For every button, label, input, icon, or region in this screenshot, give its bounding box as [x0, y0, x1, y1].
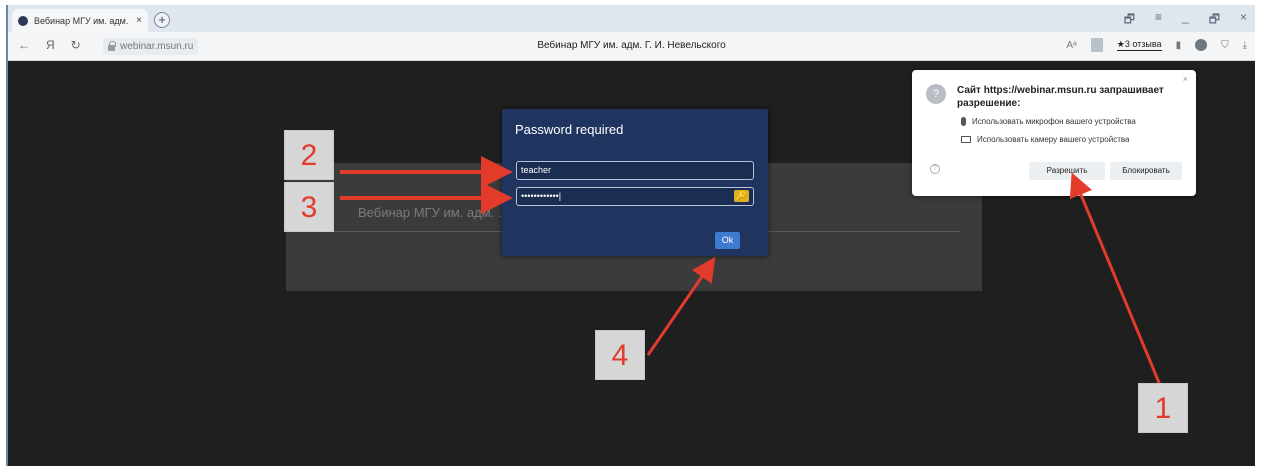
translate-icon[interactable]: Aᵃ [1066, 40, 1076, 51]
browser-window: Вебинар МГУ им. адм. × + 🗗 ≡ _ 🗗 × ← Я ↻… [6, 5, 1255, 466]
tab-close-icon[interactable]: × [136, 15, 142, 26]
password-value: ••••••••••••| [521, 191, 562, 201]
restore-tabs-icon[interactable]: 🗗 [1124, 10, 1135, 31]
permission-popup: ? × Сайт https://webinar.msun.ru запраши… [912, 70, 1196, 196]
bookmark-icon[interactable]: ▮ [1176, 40, 1182, 51]
browser-tab[interactable]: Вебинар МГУ им. адм. × [12, 9, 148, 32]
profile-icon[interactable] [1195, 39, 1208, 51]
menu-icon[interactable]: ≡ [1155, 10, 1162, 31]
protect-icon[interactable]: ⛉ [1221, 40, 1229, 51]
password-input[interactable]: ••••••••••••| 🔑 [516, 187, 754, 206]
close-window-button[interactable]: × [1240, 10, 1247, 31]
download-page-icon[interactable] [1090, 38, 1103, 52]
popup-close-icon[interactable]: × [1183, 74, 1188, 84]
camera-permission-text: Использовать камеру вашего устройства [977, 135, 1130, 144]
tab-bar: Вебинар МГУ им. адм. × + 🗗 ≡ _ 🗗 × [8, 5, 1255, 32]
help-icon[interactable]: ? [930, 164, 940, 174]
site-favicon-icon [18, 15, 28, 26]
reviews-link[interactable]: ★3 отзыва [1116, 39, 1162, 51]
password-dialog: Password required teacher ••••••••••••| … [502, 109, 768, 256]
callout-1: 1 [1138, 383, 1188, 433]
callout-2: 2 [284, 130, 334, 180]
minimize-button[interactable]: _ [1182, 10, 1189, 31]
camera-icon [961, 136, 971, 143]
new-tab-button[interactable]: + [154, 12, 170, 28]
permission-heading: Сайт https://webinar.msun.ru запрашивает… [957, 85, 1164, 109]
ok-button[interactable]: Ok [715, 232, 740, 249]
question-icon: ? [926, 84, 946, 104]
toolbar-right: Aᵃ ★3 отзыва ▮ ⛉ ⤓ [1066, 38, 1247, 52]
downloads-icon[interactable]: ⤓ [1243, 40, 1247, 51]
username-input[interactable]: teacher [516, 161, 754, 180]
allow-button[interactable]: Разрешить [1029, 162, 1105, 180]
mic-permission-text: Использовать микрофон вашего устройства [972, 117, 1136, 126]
callout-3: 3 [284, 182, 334, 232]
key-icon[interactable]: 🔑 [734, 190, 749, 202]
dialog-title: Password required [515, 122, 624, 137]
maximize-button[interactable]: 🗗 [1209, 10, 1220, 31]
callout-4: 4 [595, 330, 645, 380]
address-bar: ← Я ↻ webinar.msun.ru Вебинар МГУ им. ад… [8, 32, 1255, 61]
tab-title: Вебинар МГУ им. адм. [34, 15, 129, 26]
microphone-icon [961, 117, 966, 126]
block-button[interactable]: Блокировать [1110, 162, 1182, 180]
camera-permission-row: Использовать камеру вашего устройства [961, 135, 1129, 144]
mic-permission-row: Использовать микрофон вашего устройства [961, 117, 1136, 126]
window-controls: 🗗 ≡ _ 🗗 × [1124, 10, 1247, 31]
